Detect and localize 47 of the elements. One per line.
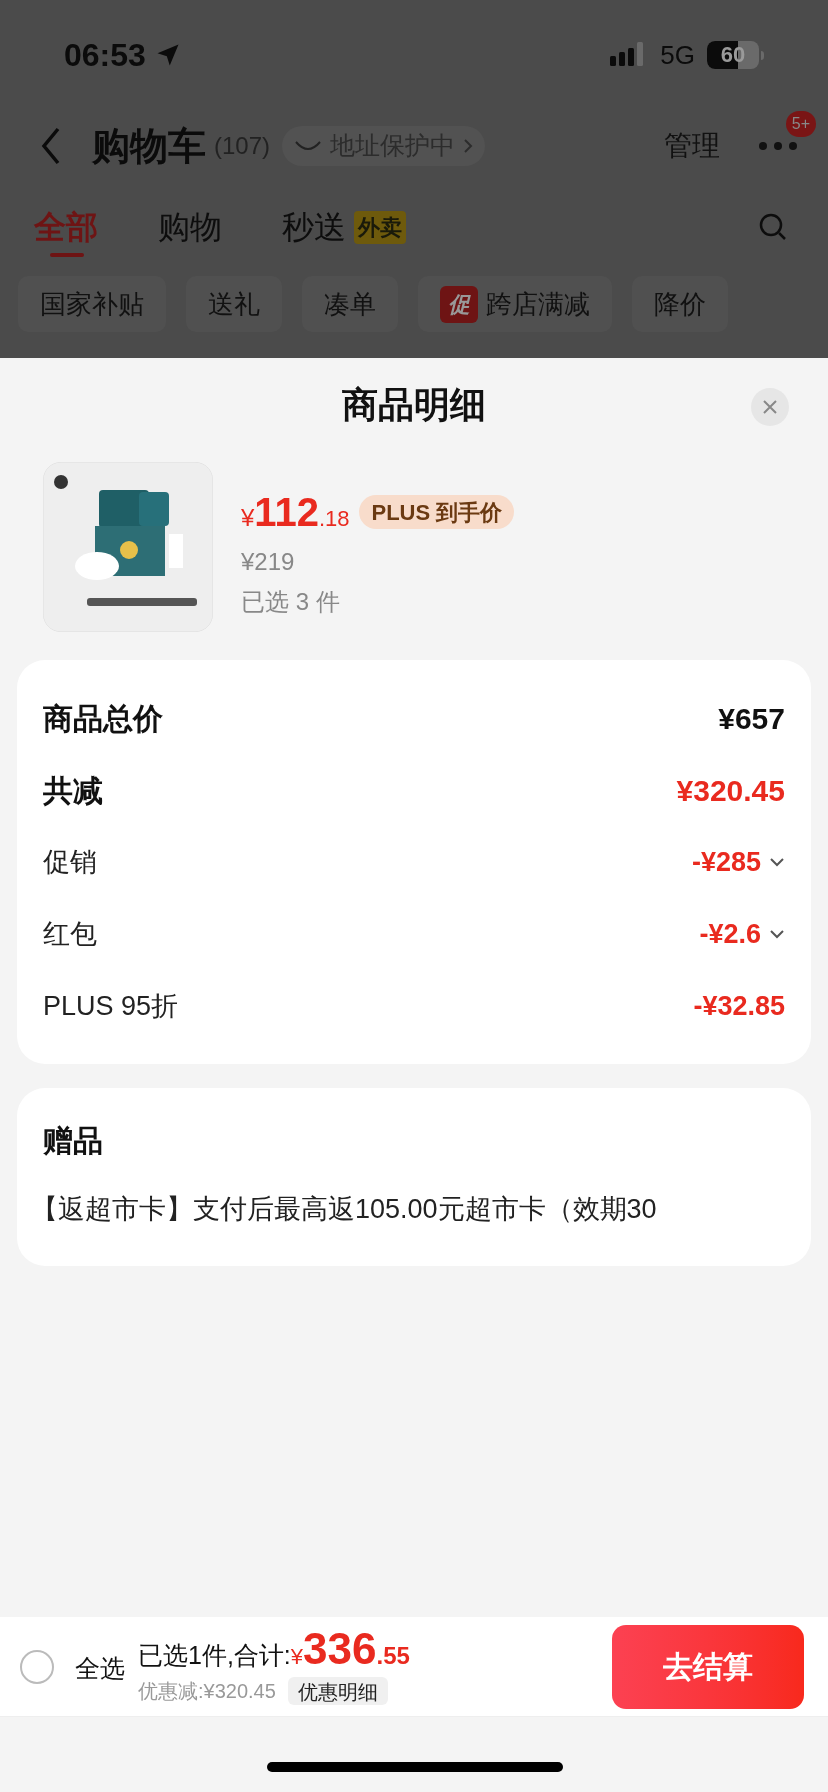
- original-price: ¥219: [241, 547, 296, 577]
- quantity-label: 已选 3 件: [241, 587, 341, 617]
- notification-badge: 5+: [785, 111, 816, 137]
- status-time: 06:53: [64, 36, 146, 75]
- tab[interactable]: 秒送 外卖: [282, 197, 406, 257]
- summary-value: -¥32.85: [693, 989, 785, 1023]
- chevron-right-icon: [463, 138, 474, 154]
- summary-label: 红包: [43, 917, 97, 951]
- manage-button[interactable]: 管理: [664, 125, 720, 167]
- smile-icon: [294, 139, 323, 153]
- chevron-down-icon[interactable]: [769, 929, 785, 939]
- summary-label: PLUS 95折: [43, 989, 179, 1023]
- tab[interactable]: 全部: [34, 197, 98, 257]
- select-all-label[interactable]: 全选: [75, 1649, 125, 1688]
- summary-label: 共减: [43, 772, 103, 809]
- search-icon[interactable]: [758, 212, 788, 242]
- discount-amount: 优惠减:¥320.45: [138, 1679, 276, 1705]
- filter-chip[interactable]: 送礼: [186, 276, 282, 332]
- total-price: ¥336.55: [290, 1626, 410, 1674]
- page-title: 购物车: [92, 123, 206, 169]
- promo-tag: 促: [440, 285, 478, 323]
- select-all-checkbox[interactable]: [20, 1649, 54, 1684]
- filter-chip[interactable]: 凑单: [302, 276, 398, 332]
- plus-price-tag: PLUS 到手价: [359, 495, 515, 529]
- filter-chip[interactable]: 降价: [632, 276, 728, 332]
- selected-summary: 已选1件,合计:: [138, 1639, 291, 1671]
- sheet-title: 商品明细: [342, 383, 486, 427]
- filter-chip[interactable]: 国家补贴: [18, 276, 166, 332]
- gift-description: 【返超市卡】支付后最高返105.00元超市卡（效期30: [31, 1193, 658, 1226]
- summary-value: ¥657: [718, 700, 785, 737]
- summary-value: ¥320.45: [676, 772, 785, 809]
- delivery-tag: 外卖: [354, 210, 406, 244]
- back-icon[interactable]: [40, 126, 62, 166]
- summary-label: 促销: [43, 845, 97, 879]
- close-icon[interactable]: [751, 388, 789, 426]
- summary-value: -¥285: [691, 845, 761, 879]
- tab[interactable]: 购物: [158, 197, 222, 257]
- more-icon[interactable]: [758, 141, 798, 151]
- chevron-down-icon[interactable]: [769, 857, 785, 867]
- discount-detail-button[interactable]: 优惠明细: [287, 1677, 388, 1706]
- summary-label: 商品总价: [43, 700, 163, 737]
- gift-title: 赠品: [43, 1123, 104, 1159]
- network-label: 5G: [660, 38, 695, 72]
- filter-chip[interactable]: 促 跨店满减: [418, 276, 612, 332]
- summary-value: -¥2.6: [699, 917, 761, 951]
- product-price: ¥112.18: [241, 489, 350, 536]
- checkout-button[interactable]: 去结算: [612, 1624, 804, 1709]
